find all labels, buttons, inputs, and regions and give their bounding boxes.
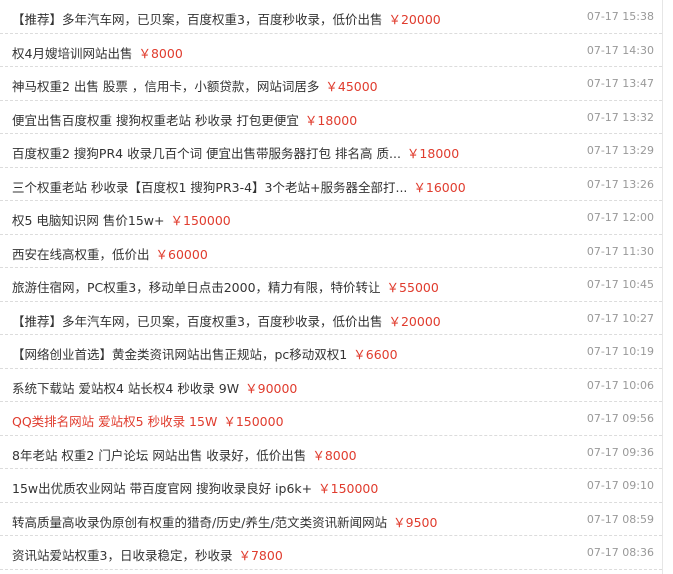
listing-price: ￥18000 bbox=[304, 112, 358, 128]
list-item[interactable]: 转高质量高收录伪原创有权重的猎奇/历史/养生/范文类资讯新闻网站 ￥9500 07-… bbox=[0, 503, 662, 536]
listing-title-link[interactable]: 系统下载站 爱站权4 站长权4 秒收录 9W ￥90000 bbox=[12, 378, 297, 397]
list-item[interactable]: 资讯站爱站权重3，日收录稳定，秒收录 ￥7800 07-17 08:36 bbox=[0, 536, 662, 570]
listing-date: 07-17 11:30 bbox=[586, 244, 654, 258]
listing-title-link[interactable]: 【网络创业首选】黄金类资讯网站出售正规站，pc移动双权1 ￥6600 bbox=[12, 344, 398, 363]
listing-date: 07-17 08:36 bbox=[586, 546, 654, 559]
list-item[interactable]: 【推荐】多年汽车网，已贝案，百度权重3，百度秒收录，低价出售 ￥20000 07-1… bbox=[0, 302, 662, 335]
listing-date: 07-17 09:10 bbox=[586, 479, 654, 492]
listing-date: 07-17 09:56 bbox=[586, 412, 654, 425]
list-item[interactable]: 神马权重2 出售 股票 ，信用卡，小额贷款，网站词居多 ￥45000 07-17 1… bbox=[0, 67, 662, 101]
listing-price: ￥90000 bbox=[245, 380, 298, 396]
listing-title-link[interactable]: 西安在线高权重，低价出 ￥60000 bbox=[12, 244, 208, 263]
listing-title-text: 三个权重老站 秒收录【百度权1 搜狗PR3-4】3个老站+服务器全部打... bbox=[12, 179, 408, 195]
listing-title-link[interactable]: 便宜出售百度权重 搜狗权重老站 秒收录 打包更便宜 ￥18000 bbox=[12, 110, 357, 129]
listing-date: 07-17 13:32 bbox=[586, 110, 654, 124]
listing-date: 07-17 13:47 bbox=[586, 77, 654, 90]
listing-title-text: 权5 电脑知识网 售价15w+ bbox=[12, 213, 165, 228]
listing-list: 【推荐】多年汽车网，已贝案，百度权重3，百度秒收录，低价出售 ￥20000 07-1… bbox=[0, 0, 663, 574]
listing-price: ￥6600 bbox=[353, 347, 398, 362]
list-item[interactable]: 便宜出售百度权重 搜狗权重老站 秒收录 打包更便宜 ￥18000 07-17 13:… bbox=[0, 101, 662, 134]
listing-title-text: 百度权重2 搜狗PR4 收录几百个词 便宜出售带服务器打包 排名高 质... bbox=[12, 146, 401, 161]
listing-date: 07-17 13:26 bbox=[586, 177, 654, 191]
listing-price: ￥8000 bbox=[312, 447, 357, 463]
listing-price: ￥16000 bbox=[413, 179, 466, 195]
listing-price: ￥8000 bbox=[138, 45, 183, 61]
listing-price: ￥20000 bbox=[388, 313, 441, 329]
list-item[interactable]: 15w出优质农业网站 带百度官网 搜狗收录良好 ip6k+ ￥150000 07-1… bbox=[0, 469, 662, 503]
listing-title-link[interactable]: 神马权重2 出售 股票 ，信用卡，小额贷款，网站词居多 ￥45000 bbox=[12, 76, 378, 95]
list-item[interactable]: 百度权重2 搜狗PR4 收录几百个词 便宜出售带服务器打包 排名高 质... ￥1… bbox=[0, 134, 662, 168]
list-item[interactable]: 旅游住宿网，PC权重3，移动单日点击2000，精力有限，特价转让 ￥55000 07… bbox=[0, 268, 662, 302]
listing-price: ￥9500 bbox=[393, 514, 438, 530]
listing-title-text: 转高质量高收录伪原创有权重的猎奇/历史/养生/范文类资讯新闻网站 bbox=[12, 514, 388, 530]
listing-title-link[interactable]: 15w出优质农业网站 带百度官网 搜狗收录良好 ip6k+ ￥150000 bbox=[12, 478, 378, 497]
listing-title-text: 8年老站 权重2 门户论坛 网站出售 收录好，低价出售 bbox=[12, 447, 307, 463]
listing-date: 07-17 14:30 bbox=[586, 43, 654, 57]
listing-title-link[interactable]: 三个权重老站 秒收录【百度权1 搜狗PR3-4】3个老站+服务器全部打... ￥1… bbox=[12, 177, 466, 196]
listing-price: ￥150000 bbox=[170, 213, 231, 228]
listing-title-text: 【推荐】多年汽车网，已贝案，百度权重3，百度秒收录，低价出售 bbox=[12, 313, 383, 329]
listing-title-text: QQ类排名网站 爱站权5 秒收录 15W bbox=[12, 414, 218, 429]
listing-title-link[interactable]: 旅游住宿网，PC权重3，移动单日点击2000，精力有限，特价转让 ￥55000 bbox=[12, 277, 439, 296]
listing-price: ￥45000 bbox=[325, 79, 378, 94]
listing-date: 07-17 10:19 bbox=[586, 345, 654, 358]
list-item[interactable]: 权5 电脑知识网 售价15w+ ￥150000 07-17 12:00 bbox=[0, 201, 662, 235]
listing-title-link[interactable]: 8年老站 权重2 门户论坛 网站出售 收录好，低价出售 ￥8000 bbox=[12, 445, 357, 464]
list-item[interactable]: 权4月嫂培训网站出售 ￥8000 07-17 14:30 bbox=[0, 34, 662, 67]
listing-title-link[interactable]: 【推荐】多年汽车网，已贝案，百度权重3，百度秒收录，低价出售 ￥20000 bbox=[12, 311, 441, 330]
listing-price: ￥7800 bbox=[238, 548, 283, 563]
listing-price: ￥150000 bbox=[318, 481, 379, 496]
listing-price: ￥20000 bbox=[388, 12, 441, 27]
listing-title-link[interactable]: 资讯站爱站权重3，日收录稳定，秒收录 ￥7800 bbox=[12, 545, 283, 564]
list-item[interactable]: 三个权重老站 秒收录【百度权1 搜狗PR3-4】3个老站+服务器全部打... ￥1… bbox=[0, 168, 662, 201]
list-item[interactable]: 系统下载站 爱站权4 站长权4 秒收录 9W ￥90000 07-17 10:06 bbox=[0, 369, 662, 402]
listing-date: 07-17 15:38 bbox=[586, 10, 654, 23]
listing-title-text: 15w出优质农业网站 带百度官网 搜狗收录良好 ip6k+ bbox=[12, 481, 313, 496]
listing-title-link[interactable]: QQ类排名网站 爱站权5 秒收录 15W ￥150000 bbox=[12, 411, 284, 430]
list-item[interactable]: QQ类排名网站 爱站权5 秒收录 15W ￥150000 07-17 09:56 bbox=[0, 402, 662, 436]
listing-price: ￥60000 bbox=[155, 246, 208, 262]
list-item[interactable]: 【网络创业首选】黄金类资讯网站出售正规站，pc移动双权1 ￥6600 07-17 1… bbox=[0, 335, 662, 369]
listing-title-text: 【推荐】多年汽车网，已贝案，百度权重3，百度秒收录，低价出售 bbox=[12, 12, 383, 27]
listing-title-text: 西安在线高权重，低价出 bbox=[12, 246, 150, 262]
list-item[interactable]: 西安在线高权重，低价出 ￥60000 07-17 11:30 bbox=[0, 235, 662, 268]
listing-title-text: 便宜出售百度权重 搜狗权重老站 秒收录 打包更便宜 bbox=[12, 112, 299, 128]
listing-date: 07-17 10:45 bbox=[586, 278, 654, 291]
listing-title-text: 旅游住宿网，PC权重3，移动单日点击2000，精力有限，特价转让 bbox=[12, 280, 381, 295]
listing-title-text: 【网络创业首选】黄金类资讯网站出售正规站，pc移动双权1 bbox=[12, 347, 348, 362]
listing-title-text: 神马权重2 出售 股票 ，信用卡，小额贷款，网站词居多 bbox=[12, 79, 320, 94]
listing-title-link[interactable]: 权5 电脑知识网 售价15w+ ￥150000 bbox=[12, 210, 231, 229]
listing-title-text: 资讯站爱站权重3，日收录稳定，秒收录 bbox=[12, 548, 233, 563]
listing-date: 07-17 08:59 bbox=[586, 512, 654, 526]
listing-title-text: 权4月嫂培训网站出售 bbox=[12, 45, 133, 61]
listing-date: 07-17 10:06 bbox=[586, 378, 654, 392]
listing-price: ￥55000 bbox=[386, 280, 439, 295]
list-item[interactable]: 【推荐】多年汽车网，已贝案，百度权重3，百度秒收录，低价出售 ￥20000 07-1… bbox=[0, 0, 662, 34]
listing-title-link[interactable]: 权4月嫂培训网站出售 ￥8000 bbox=[12, 43, 183, 62]
listing-price: ￥150000 bbox=[223, 414, 284, 429]
list-item[interactable]: 8年老站 权重2 门户论坛 网站出售 收录好，低价出售 ￥8000 07-17 09… bbox=[0, 436, 662, 469]
listing-title-link[interactable]: 转高质量高收录伪原创有权重的猎奇/历史/养生/范文类资讯新闻网站 ￥9500 bbox=[12, 512, 437, 531]
listing-title-text: 系统下载站 爱站权4 站长权4 秒收录 9W bbox=[12, 380, 240, 396]
listing-date: 07-17 09:36 bbox=[586, 445, 654, 459]
listing-date: 07-17 12:00 bbox=[586, 211, 654, 224]
listing-title-link[interactable]: 【推荐】多年汽车网，已贝案，百度权重3，百度秒收录，低价出售 ￥20000 bbox=[12, 9, 441, 28]
listing-title-link[interactable]: 百度权重2 搜狗PR4 收录几百个词 便宜出售带服务器打包 排名高 质... ￥1… bbox=[12, 143, 459, 162]
listing-date: 07-17 10:27 bbox=[586, 311, 654, 325]
listing-price: ￥18000 bbox=[406, 146, 460, 161]
listing-date: 07-17 13:29 bbox=[586, 144, 654, 157]
